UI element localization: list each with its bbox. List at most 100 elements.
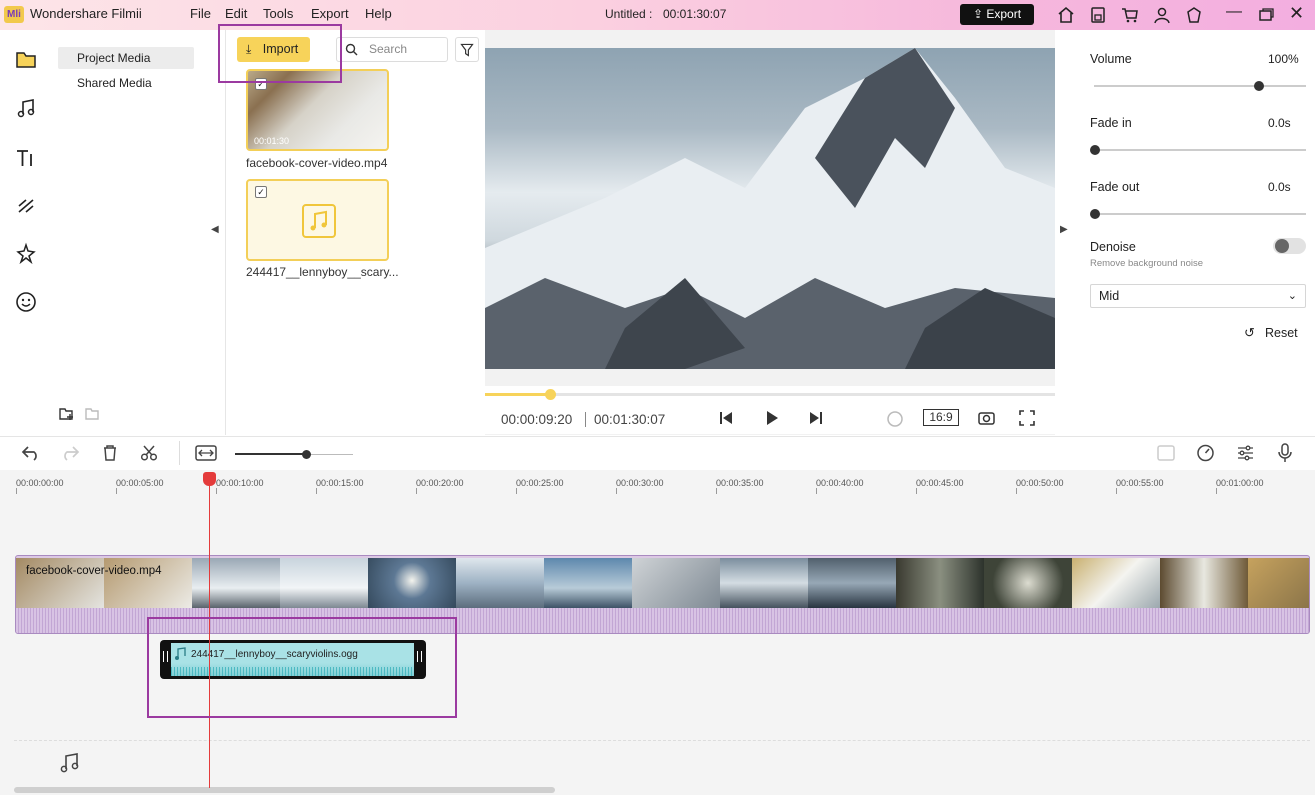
aspect-ratio-button[interactable]: 16:9 [923,409,959,426]
new-folder-icon[interactable] [58,405,76,423]
upload-icon: ⇪ [972,7,984,21]
fullscreen-icon[interactable] [1018,409,1036,427]
highlight-box-audio-clip [147,617,457,718]
account-icon[interactable] [1153,6,1171,24]
project-duration: 00:01:30:07 [663,7,727,21]
filter-icon[interactable] [455,37,479,62]
ruler-tick-mark [116,488,117,494]
fade-in-slider-handle[interactable] [1090,145,1100,155]
fade-in-slider[interactable] [1094,149,1306,151]
denoise-label: Denoise [1090,240,1136,254]
menu-help[interactable]: Help [365,6,392,21]
thumb-duration: 00:01:30 [254,136,290,146]
fit-timeline-icon[interactable] [195,444,217,462]
microphone-icon[interactable] [1277,443,1293,463]
ruler-tick-label: 00:00:40:00 [816,478,864,488]
media-thumb-audio[interactable]: ✓ [246,179,389,261]
delete-icon[interactable] [101,444,119,462]
denoise-level-value: Mid [1099,289,1120,303]
ruler-tick-mark [216,488,217,494]
menu-edit[interactable]: Edit [225,6,247,21]
redo-icon [64,446,80,461]
volume-slider-handle[interactable] [1254,81,1264,91]
previous-frame-icon[interactable] [718,410,734,426]
undo-icon[interactable] [21,444,41,462]
text-icon[interactable] [14,146,38,170]
volume-label: Volume [1090,52,1132,66]
snapshot-icon[interactable] [977,409,996,427]
current-time: 00:00:09:20 [501,412,573,427]
effects-icon[interactable] [14,242,38,266]
transition-icon[interactable] [14,194,38,218]
maximize-icon[interactable] [1257,6,1275,24]
ruler-tick-label: 00:00:35:00 [716,478,764,488]
total-time: 00:01:30:07 [594,412,666,427]
ruler-tick-mark [16,488,17,494]
time-divider [585,412,586,427]
delete-folder-icon [85,408,99,420]
home-icon[interactable] [1057,6,1075,24]
denoise-level-select[interactable]: Mid ⌄ [1090,284,1306,308]
collapse-right-icon[interactable]: ▶ [1060,224,1068,235]
render-icon [887,411,903,427]
chevron-down-icon: ⌄ [1287,290,1297,302]
music-icon[interactable] [14,97,38,121]
ruler-tick-label: 00:01:00:00 [1216,478,1264,488]
adjust-icon[interactable] [1236,444,1255,462]
denoise-toggle-knob [1275,239,1289,253]
menu-export[interactable]: Export [311,6,349,21]
checkbox[interactable]: ✓ [255,186,267,198]
next-frame-icon[interactable] [808,410,824,426]
ruler-tick-mark [1216,488,1217,494]
save-icon[interactable] [1089,6,1107,24]
close-icon[interactable]: ✕ [1289,3,1304,24]
fade-out-slider[interactable] [1094,213,1306,215]
ruler-tick-mark [816,488,817,494]
app-logo: Mli [4,6,24,23]
collapse-left-icon[interactable]: ◀ [211,224,219,235]
seek-handle[interactable] [545,389,556,400]
sidebar-item-shared-media[interactable]: Shared Media [58,72,194,94]
reset-button[interactable]: Reset [1265,326,1298,340]
speed-icon[interactable] [1196,444,1215,462]
media-name-video: facebook-cover-video.mp4 [246,156,388,170]
video-preview [485,48,1055,369]
export-button[interactable]: ⇪ Export [960,4,1034,25]
sidebar-item-project-media[interactable]: Project Media [58,47,194,69]
panel-divider [225,30,226,435]
playhead-handle[interactable] [203,472,216,486]
gift-icon[interactable] [1185,6,1203,24]
cut-icon[interactable] [140,444,158,462]
project-name: Untitled : [605,7,653,21]
zoom-slider-handle[interactable] [302,450,311,459]
folder-icon[interactable] [14,48,38,72]
menu-file[interactable]: File [190,6,211,21]
ruler-tick-label: 00:00:55:00 [1116,478,1164,488]
fade-out-value: 0.0s [1268,180,1291,194]
ruler-tick-label: 00:00:00:00 [16,478,64,488]
play-icon[interactable] [764,410,780,426]
ruler-tick-label: 00:00:25:00 [516,478,564,488]
ruler-tick-label: 00:00:15:00 [316,478,364,488]
search-icon [345,43,358,56]
timeline-scrollbar[interactable] [14,787,555,793]
fade-out-label: Fade out [1090,180,1140,194]
ruler-tick-mark [416,488,417,494]
seek-bar[interactable] [485,393,1055,396]
sticker-icon[interactable] [14,290,38,314]
audio-file-icon [302,204,336,238]
ruler-tick-mark [1116,488,1117,494]
volume-slider[interactable] [1094,85,1306,87]
reset-icon[interactable]: ↺ [1244,325,1255,341]
fade-out-slider-handle[interactable] [1090,209,1100,219]
ruler-tick-mark [516,488,517,494]
ruler-tick-label: 00:00:45:00 [916,478,964,488]
audio-track-icon [60,753,79,773]
ruler-tick-mark [916,488,917,494]
ruler-tick-label: 00:00:05:00 [116,478,164,488]
ruler-tick-label: 00:00:10:00 [216,478,264,488]
ruler-tick-label: 00:00:50:00 [1016,478,1064,488]
menu-tools[interactable]: Tools [263,6,293,21]
minimize-icon[interactable]: — [1226,3,1242,21]
cart-icon[interactable] [1121,6,1139,24]
